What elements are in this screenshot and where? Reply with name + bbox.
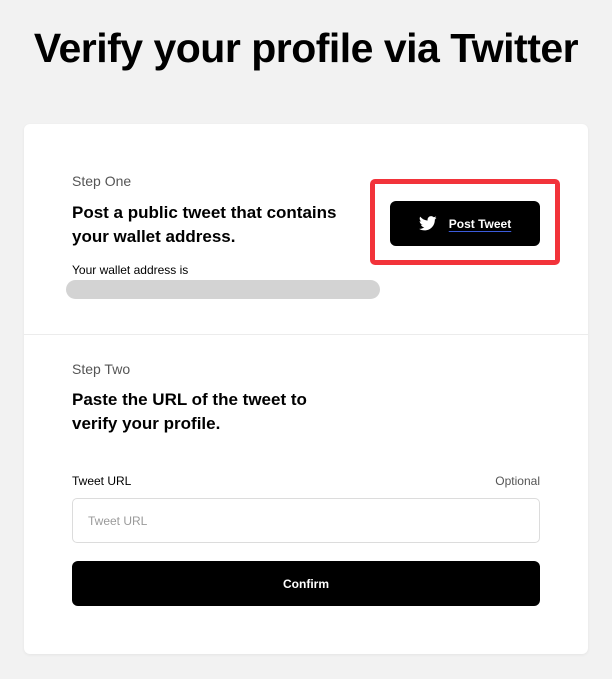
wallet-address-label: Your wallet address is	[72, 263, 189, 277]
step-two-label: Step Two	[72, 361, 131, 377]
tweet-url-input[interactable]	[72, 498, 540, 543]
step-two-heading: Paste the URL of the tweet to verify you…	[72, 390, 307, 433]
wallet-address-value	[66, 280, 380, 299]
section-divider	[24, 334, 588, 335]
confirm-button[interactable]: Confirm	[72, 561, 540, 606]
step-one-label: Step One	[72, 173, 132, 189]
tweet-url-label: Tweet URL	[72, 474, 132, 488]
optional-label: Optional	[495, 474, 540, 488]
step-one-heading: Post a public tweet that contains your w…	[72, 203, 337, 246]
page-title: Verify your profile via Twitter	[33, 25, 579, 71]
post-tweet-label: Post Tweet	[448, 216, 512, 231]
twitter-bird-icon	[418, 216, 437, 231]
post-tweet-button[interactable]: Post Tweet	[390, 201, 540, 246]
verification-card: Step One Post a public tweet that contai…	[24, 124, 588, 654]
